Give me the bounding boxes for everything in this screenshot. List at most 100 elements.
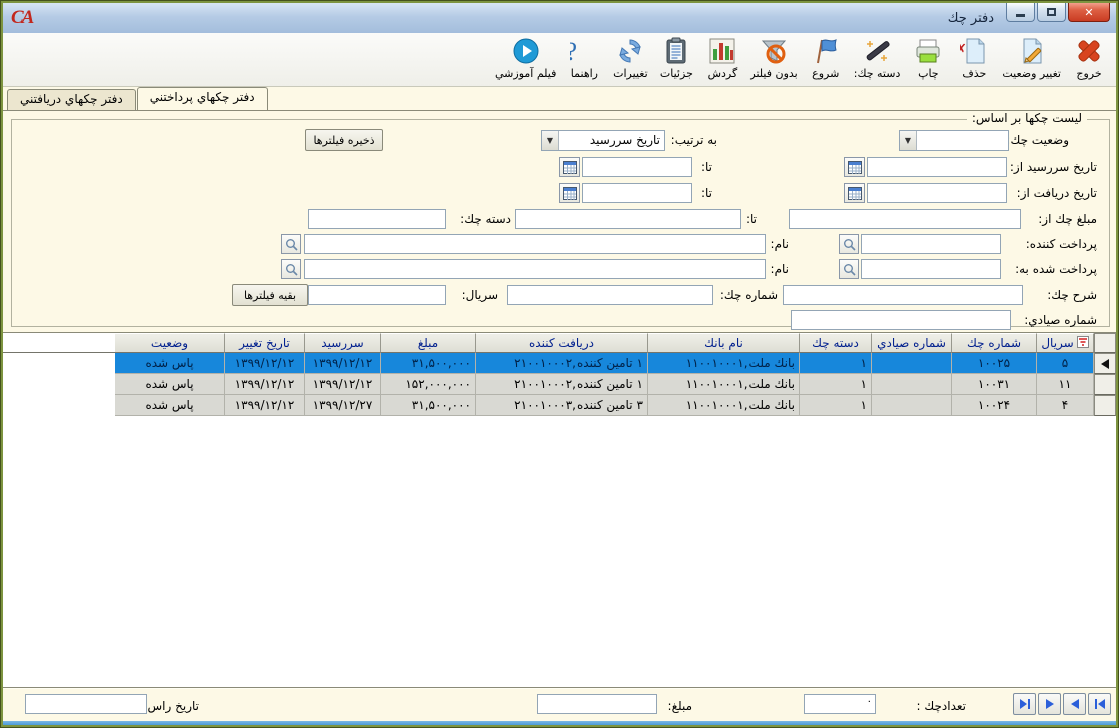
col-header-bank[interactable]: نام بانك xyxy=(648,333,800,353)
paid-to-code-input[interactable] xyxy=(861,259,1001,279)
calendar-icon[interactable] xyxy=(559,183,580,203)
checkbook-start-button[interactable]: دسته چك: xyxy=(849,35,906,81)
maximize-icon xyxy=(1047,8,1056,16)
current-row-arrow-icon xyxy=(1101,359,1109,369)
receive-date-from-label: تاريخ دريافت از: xyxy=(1017,183,1097,203)
col-header-serial[interactable]: سريال xyxy=(1037,333,1094,353)
col-header-amount[interactable]: مبلغ xyxy=(381,333,476,353)
cell-status: پاس شده xyxy=(115,353,225,374)
window-title: دفتر چك xyxy=(948,11,994,26)
table-row[interactable]: پاس شده ۱۳۹۹/۱۲/۱۲ ۱۳۹۹/۱۲/۱۲ ۱۵۲,۰۰۰,۰۰… xyxy=(3,374,1116,395)
check-count-label: تعدادچك : xyxy=(917,696,967,716)
receive-date-from-input[interactable] xyxy=(867,183,1007,203)
payer-label: پرداخت كننده: xyxy=(1026,234,1097,254)
row-marker-header xyxy=(1094,333,1116,353)
cell-change-date: ۱۳۹۹/۱۲/۱۲ xyxy=(225,353,305,374)
total-amount-value xyxy=(537,694,657,714)
order-by-select[interactable]: ▼تاريخ سررسيد xyxy=(541,130,665,151)
amount-from-input[interactable] xyxy=(789,209,1021,229)
cell-status: پاس شده xyxy=(115,374,225,395)
grid-header-row: وضعيت تاريخ تغيير سررسيد مبلغ دريافت كنن… xyxy=(3,333,1116,353)
toolbar: خروج تغيير وضعيت ✗ حذف چاپ دسته چك: xyxy=(3,33,1116,87)
delete-button[interactable]: ✗ حذف xyxy=(951,35,997,81)
app-logo: CA xyxy=(11,7,32,29)
changes-button[interactable]: تغييرات xyxy=(607,35,653,81)
payer-code-input[interactable] xyxy=(861,234,1001,254)
col-header-due-date[interactable]: سررسيد xyxy=(305,333,381,353)
cell-sayad-no xyxy=(872,374,952,395)
checkbook-label: دسته چك: xyxy=(460,209,511,229)
groupbox-title: ليست چكها بر اساس: xyxy=(967,111,1087,125)
search-icon[interactable] xyxy=(839,234,859,254)
details-button[interactable]: جزئيات xyxy=(653,35,699,81)
chevron-down-icon[interactable]: ▼ xyxy=(900,131,917,150)
search-icon[interactable] xyxy=(281,259,301,279)
print-button[interactable]: چاپ xyxy=(905,35,951,81)
calendar-icon[interactable] xyxy=(844,157,865,177)
search-icon[interactable] xyxy=(839,259,859,279)
first-record-button[interactable] xyxy=(1088,693,1111,715)
check-no-input[interactable] xyxy=(507,285,713,305)
cell-serial: ۴ xyxy=(1037,395,1094,416)
paid-to-name-input[interactable] xyxy=(304,259,766,279)
col-header-checkbook[interactable]: دسته چك xyxy=(800,333,872,353)
check-status-select[interactable]: ▼ xyxy=(899,130,1009,151)
printer-icon xyxy=(913,36,943,66)
minimize-button[interactable] xyxy=(1006,3,1035,22)
cell-checkbook: ۱ xyxy=(800,395,872,416)
tutorial-video-button[interactable]: فيلم آموزشي xyxy=(490,35,561,81)
filter-icon[interactable] xyxy=(1077,336,1089,351)
col-header-change-date[interactable]: تاريخ تغيير xyxy=(225,333,305,353)
serial-label: سريال: xyxy=(462,285,498,305)
serial-input[interactable] xyxy=(308,285,446,305)
help-button[interactable]: ? راهنما xyxy=(561,35,607,81)
payer-name-input[interactable] xyxy=(304,234,766,254)
col-header-check-no[interactable]: شماره چك xyxy=(952,333,1037,353)
table-row[interactable]: پاس شده ۱۳۹۹/۱۲/۱۲ ۱۳۹۹/۱۲/۲۷ ۳۱,۵۰۰,۰۰۰… xyxy=(3,395,1116,416)
col-header-receiver[interactable]: دريافت كننده xyxy=(476,333,648,353)
start-button[interactable]: شروع xyxy=(803,35,849,81)
current-row-marker xyxy=(1094,353,1116,374)
svg-text:✗: ✗ xyxy=(960,42,967,58)
paid-to-name-label: نام: xyxy=(771,259,789,279)
cell-sayad-no xyxy=(872,353,952,374)
calendar-icon[interactable] xyxy=(559,157,580,177)
save-filters-button[interactable]: ذخيره فيلترها xyxy=(305,129,383,151)
search-icon[interactable] xyxy=(281,234,301,254)
amount-to-input[interactable] xyxy=(515,209,741,229)
total-amount-label: مبلغ: xyxy=(668,696,692,716)
clipboard-icon xyxy=(661,36,691,66)
tab-payable-checks[interactable]: دفتر چكهاي پرداختني xyxy=(137,87,268,110)
check-book-window: CA دفتر چك ✕ خروج تغيير وضعيت ✗ حذف xyxy=(0,0,1119,728)
due-date-from-input[interactable] xyxy=(867,157,1007,177)
table-row[interactable]: پاس شده ۱۳۹۹/۱۲/۱۲ ۱۳۹۹/۱۲/۱۲ ۳۱,۵۰۰,۰۰۰… xyxy=(3,353,1116,374)
no-filter-button[interactable]: بدون فيلتر xyxy=(745,35,802,81)
cell-due-date: ۱۳۹۹/۱۲/۱۲ xyxy=(305,353,381,374)
cell-change-date: ۱۳۹۹/۱۲/۱۲ xyxy=(225,395,305,416)
maximize-button[interactable] xyxy=(1037,3,1066,22)
sayad-no-input[interactable] xyxy=(791,310,1011,330)
turnover-button[interactable]: گردش xyxy=(699,35,745,81)
calendar-icon[interactable] xyxy=(844,183,865,203)
row-marker xyxy=(1094,395,1116,416)
exit-button[interactable]: خروج xyxy=(1066,35,1112,81)
col-header-sayad-no[interactable]: شماره صيادي xyxy=(872,333,952,353)
change-status-button[interactable]: تغيير وضعيت xyxy=(997,35,1066,81)
next-record-button[interactable] xyxy=(1038,693,1061,715)
receive-date-to-input[interactable] xyxy=(582,183,692,203)
col-header-status[interactable]: وضعيت xyxy=(115,333,225,353)
checkbook-input[interactable] xyxy=(308,209,446,229)
cell-change-date: ۱۳۹۹/۱۲/۱۲ xyxy=(225,374,305,395)
flag-icon xyxy=(811,36,841,66)
tab-receivable-checks[interactable]: دفتر چكهاي دريافتني xyxy=(7,89,136,110)
check-desc-input[interactable] xyxy=(783,285,1023,305)
record-navigator xyxy=(1013,693,1111,715)
status-bar: تعدادچك : ۰ مبلغ: تاريخ راس: xyxy=(3,687,1116,721)
more-filters-button[interactable]: بقيه فيلترها xyxy=(232,284,308,306)
cell-checkbook: ۱ xyxy=(800,353,872,374)
chevron-down-icon[interactable]: ▼ xyxy=(542,131,559,150)
previous-record-button[interactable] xyxy=(1063,693,1086,715)
due-date-to-input[interactable] xyxy=(582,157,692,177)
last-record-button[interactable] xyxy=(1013,693,1036,715)
close-button[interactable]: ✕ xyxy=(1068,3,1110,22)
